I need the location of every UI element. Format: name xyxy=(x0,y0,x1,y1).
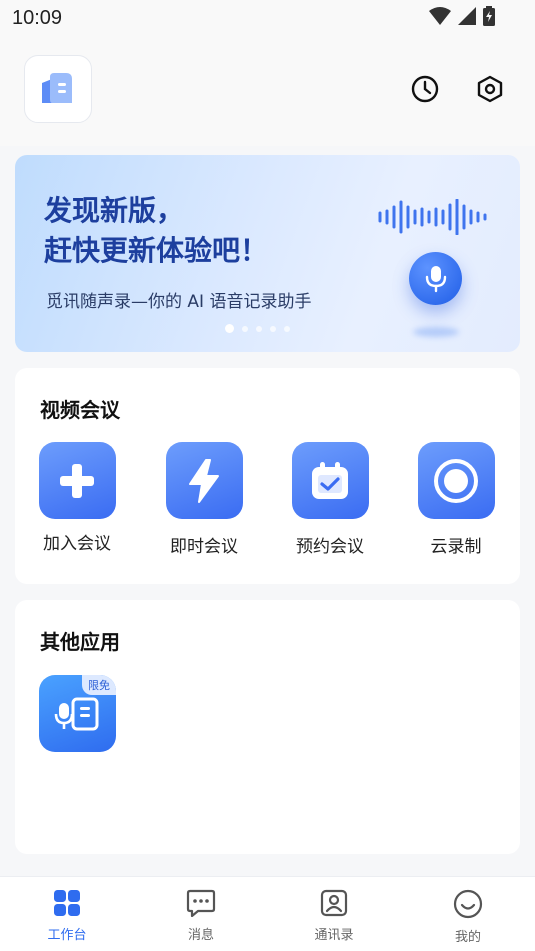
carousel-dots xyxy=(225,324,290,333)
mic-shadow xyxy=(413,327,459,337)
join-meeting-tile xyxy=(38,442,116,519)
lightning-icon xyxy=(189,458,219,503)
settings-hexagon-icon xyxy=(477,75,503,103)
banner-title: 发现新版， 赶快更新体验吧！ xyxy=(44,194,269,267)
mic-button[interactable] xyxy=(409,252,462,305)
message-icon xyxy=(186,889,216,918)
history-button[interactable] xyxy=(407,71,443,107)
tile-label: 加入会议 xyxy=(43,534,111,554)
free-badge: 限免 xyxy=(82,675,116,695)
clock-icon xyxy=(411,75,439,103)
carousel-dot[interactable] xyxy=(256,325,262,332)
status-icons xyxy=(429,6,495,26)
tab-messages[interactable]: 消息 xyxy=(161,889,241,943)
banner-subtitle: 觅讯随声录—你的 AI 语音记录助手 xyxy=(46,292,312,312)
top-bar xyxy=(0,36,535,146)
contacts-icon xyxy=(320,889,348,917)
schedule-meeting-button[interactable]: 预约会议 xyxy=(280,442,380,557)
signal-icon xyxy=(458,7,476,25)
voice-recorder-app[interactable]: 限免 xyxy=(39,675,116,752)
waveform-icon xyxy=(378,199,487,235)
instant-meeting-tile xyxy=(165,442,243,519)
record-icon xyxy=(434,458,478,503)
bottom-tab-bar: 工作台 消息 通讯录 我的 xyxy=(0,876,535,951)
tab-profile[interactable]: 我的 xyxy=(428,889,508,945)
promo-banner[interactable]: 发现新版， 赶快更新体验吧！ 觅讯随声录—你的 AI 语音记录助手 xyxy=(15,155,520,352)
section-title: 视频会议 xyxy=(40,398,120,422)
battery-icon xyxy=(483,6,495,26)
cloud-record-tile xyxy=(417,442,495,519)
mic-icon xyxy=(425,265,446,292)
tab-label: 消息 xyxy=(187,928,214,943)
app-logo-icon xyxy=(42,73,72,103)
wifi-icon xyxy=(429,7,451,25)
tab-label: 我的 xyxy=(454,930,481,945)
status-time: 10:09 xyxy=(12,7,63,29)
tile-label: 云录制 xyxy=(430,537,482,557)
cloud-record-button[interactable]: 云录制 xyxy=(406,442,506,557)
tab-label: 工作台 xyxy=(47,928,87,943)
instant-meeting-button[interactable]: 即时会议 xyxy=(154,442,254,557)
carousel-dot[interactable] xyxy=(242,325,248,332)
smile-icon xyxy=(453,889,483,919)
video-meeting-card: 视频会议 加入会议 即时会议 预约会议 云录制 xyxy=(15,368,520,584)
carousel-dot[interactable] xyxy=(225,324,234,333)
schedule-meeting-tile xyxy=(291,442,369,519)
carousel-dot[interactable] xyxy=(270,325,276,332)
section-title: 其他应用 xyxy=(40,630,120,654)
app-logo[interactable] xyxy=(24,55,92,123)
tab-workbench[interactable]: 工作台 xyxy=(27,889,107,943)
voice-recorder-icon xyxy=(54,697,98,730)
grid-icon xyxy=(54,890,80,916)
settings-button[interactable] xyxy=(472,71,508,107)
calendar-check-icon xyxy=(312,461,348,499)
status-bar: 10:09 xyxy=(0,0,535,36)
tile-label: 预约会议 xyxy=(296,537,364,557)
carousel-dot[interactable] xyxy=(284,325,290,332)
other-apps-card: 其他应用 限免 xyxy=(15,600,520,854)
tile-label: 即时会议 xyxy=(170,537,238,557)
tab-contacts[interactable]: 通讯录 xyxy=(294,889,374,943)
tab-label: 通讯录 xyxy=(314,928,354,943)
join-meeting-button[interactable]: 加入会议 xyxy=(27,442,127,554)
plus-icon xyxy=(60,463,94,498)
